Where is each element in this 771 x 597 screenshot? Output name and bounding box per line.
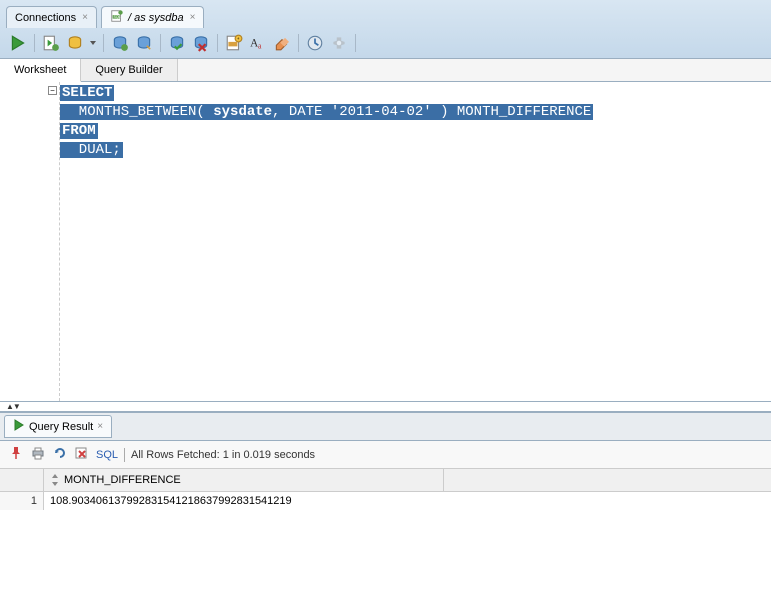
row-number: 1: [0, 492, 44, 510]
svg-text:SQL: SQL: [114, 15, 121, 19]
result-grid: MONTH_DIFFERENCE 1 108.90340613799283154…: [0, 469, 771, 510]
close-icon[interactable]: ×: [190, 12, 196, 23]
worksheet-sub-tabs: Worksheet Query Builder: [0, 59, 771, 82]
dropdown-icon[interactable]: [89, 33, 97, 53]
fetch-status: All Rows Fetched: 1 in 0.019 seconds: [131, 449, 315, 461]
sql-tuning-button[interactable]: [134, 33, 154, 53]
code-kw-select: SELECT: [60, 85, 114, 101]
tab-query-builder[interactable]: Query Builder: [81, 59, 177, 81]
cancel-button[interactable]: [74, 445, 90, 464]
settings-button[interactable]: [329, 33, 349, 53]
clear-button[interactable]: [272, 33, 292, 53]
main-toolbar: + Aa: [0, 28, 771, 58]
close-icon[interactable]: ×: [82, 12, 88, 23]
pin-button[interactable]: [8, 445, 24, 464]
refresh-button[interactable]: [52, 445, 68, 464]
unshared-worksheet-button[interactable]: +: [224, 33, 244, 53]
sql-link[interactable]: SQL: [96, 449, 118, 461]
result-tab-bar: Query Result ×: [0, 413, 771, 441]
print-button[interactable]: [30, 445, 46, 464]
splitter[interactable]: ▲▼: [0, 402, 771, 412]
result-toolbar: SQL All Rows Fetched: 1 in 0.019 seconds: [0, 441, 771, 469]
result-tab-label: Query Result: [29, 421, 93, 433]
main-tab-bar: Connections × SQL / as sysdba ×: [0, 0, 771, 28]
autotrace-button[interactable]: [110, 33, 130, 53]
svg-text:+: +: [237, 36, 240, 41]
row-number-header: [0, 469, 44, 491]
sql-history-button[interactable]: [305, 33, 325, 53]
fold-toggle[interactable]: −: [48, 86, 57, 95]
code-kw-from: FROM: [60, 123, 98, 139]
svg-text:a: a: [258, 42, 262, 51]
table-row[interactable]: 1 108.9034061379928315412186379928315412…: [0, 492, 771, 510]
to-uppercase-button[interactable]: Aa: [248, 33, 268, 53]
commit-button[interactable]: [167, 33, 187, 53]
explain-plan-button[interactable]: [65, 33, 85, 53]
tab-worksheet[interactable]: Worksheet: [0, 59, 81, 82]
sort-icon: [50, 474, 60, 486]
cell-value: 108.903406137992831541218637992831541219: [44, 492, 298, 510]
tab-label: Connections: [15, 12, 76, 24]
code-content: SELECT MONTHS_BETWEEN( sysdate, DATE '20…: [60, 82, 771, 401]
tab-sysdba[interactable]: SQL / as sysdba ×: [101, 6, 204, 28]
code-table: DUAL;: [60, 142, 123, 158]
run-script-button[interactable]: [41, 33, 61, 53]
column-header[interactable]: MONTH_DIFFERENCE: [44, 469, 444, 491]
tab-connections[interactable]: Connections ×: [6, 6, 97, 28]
gutter: −: [0, 82, 60, 401]
rollback-button[interactable]: [191, 33, 211, 53]
tab-query-result[interactable]: Query Result ×: [4, 415, 112, 438]
close-icon[interactable]: ×: [97, 421, 103, 432]
tab-label: / as sysdba: [128, 12, 184, 24]
sql-file-icon: SQL: [110, 9, 124, 26]
column-name: MONTH_DIFFERENCE: [64, 474, 181, 486]
grid-header: MONTH_DIFFERENCE: [0, 469, 771, 492]
sql-editor[interactable]: − SELECT MONTHS_BETWEEN( sysdate, DATE '…: [0, 82, 771, 402]
run-button[interactable]: [8, 33, 28, 53]
run-icon: [13, 419, 25, 434]
